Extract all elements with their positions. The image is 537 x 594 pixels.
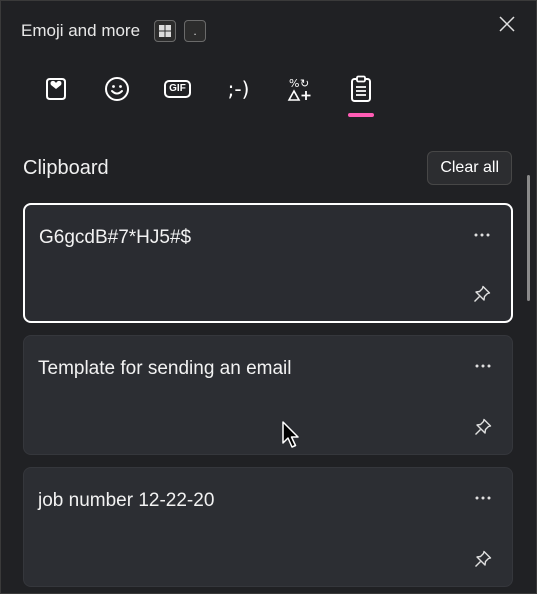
panel-title: Emoji and more <box>21 21 141 40</box>
tab-kaomoji[interactable]: ;-) <box>208 69 269 109</box>
pin-button[interactable] <box>472 416 494 438</box>
svg-text:↻: ↻ <box>300 77 309 90</box>
tab-gif[interactable]: GIF <box>147 69 208 109</box>
pin-button[interactable] <box>472 548 494 570</box>
tab-emoji[interactable] <box>86 69 147 109</box>
more-options-button[interactable] <box>472 358 494 374</box>
more-options-button[interactable] <box>472 490 494 506</box>
clipboard-icon <box>350 75 371 102</box>
gif-tab-label: GIF <box>164 80 191 98</box>
clipboard-item-text: job number 12-22-20 <box>38 490 215 511</box>
windows-key-badge <box>154 20 177 42</box>
more-options-button[interactable] <box>471 227 493 243</box>
clipboard-header: Clipboard Clear all <box>23 149 512 187</box>
mouse-cursor-icon <box>282 421 299 448</box>
clipboard-item-text: G6gcdB#7*HJ5#$ <box>39 227 192 248</box>
tab-favorites[interactable] <box>25 69 86 109</box>
windows-logo-icon <box>159 25 172 37</box>
symbols-icon: % ↻ <box>287 77 310 101</box>
close-icon <box>499 16 515 32</box>
clipboard-list: G6gcdB#7*HJ5#$ Template for sending an e… <box>23 203 513 593</box>
category-tabs: GIF ;-) % ↻ <box>25 69 391 121</box>
emoji-panel: Emoji and more . GIF ;-) % ↻ Clipboard C… <box>0 0 537 594</box>
clipboard-item[interactable]: job number 12-22-20 <box>23 467 513 587</box>
more-icon <box>474 233 490 237</box>
pin-button[interactable] <box>471 283 493 305</box>
tab-clipboard[interactable] <box>330 69 391 117</box>
active-tab-indicator <box>347 113 374 117</box>
pin-icon <box>474 285 491 302</box>
pin-icon <box>475 550 492 567</box>
more-icon <box>475 496 491 500</box>
heart-icon <box>45 78 66 100</box>
pin-icon <box>475 418 492 435</box>
title-bar: Emoji and more . <box>21 17 207 45</box>
scrollbar-thumb[interactable] <box>527 175 530 301</box>
section-title: Clipboard <box>23 156 109 179</box>
clipboard-item-text: Template for sending an email <box>38 358 292 379</box>
kaomoji-tab-label: ;-) <box>227 77 250 101</box>
period-key-badge: . <box>184 20 207 42</box>
close-button[interactable] <box>496 13 518 35</box>
more-icon <box>475 364 491 368</box>
clipboard-item[interactable]: G6gcdB#7*HJ5#$ <box>23 203 513 323</box>
tab-symbols[interactable]: % ↻ <box>269 69 330 109</box>
svg-text:%: % <box>289 77 299 90</box>
clipboard-item[interactable]: Template for sending an email <box>23 335 513 455</box>
clear-all-button[interactable]: Clear all <box>427 151 512 185</box>
smiley-icon <box>104 77 129 101</box>
